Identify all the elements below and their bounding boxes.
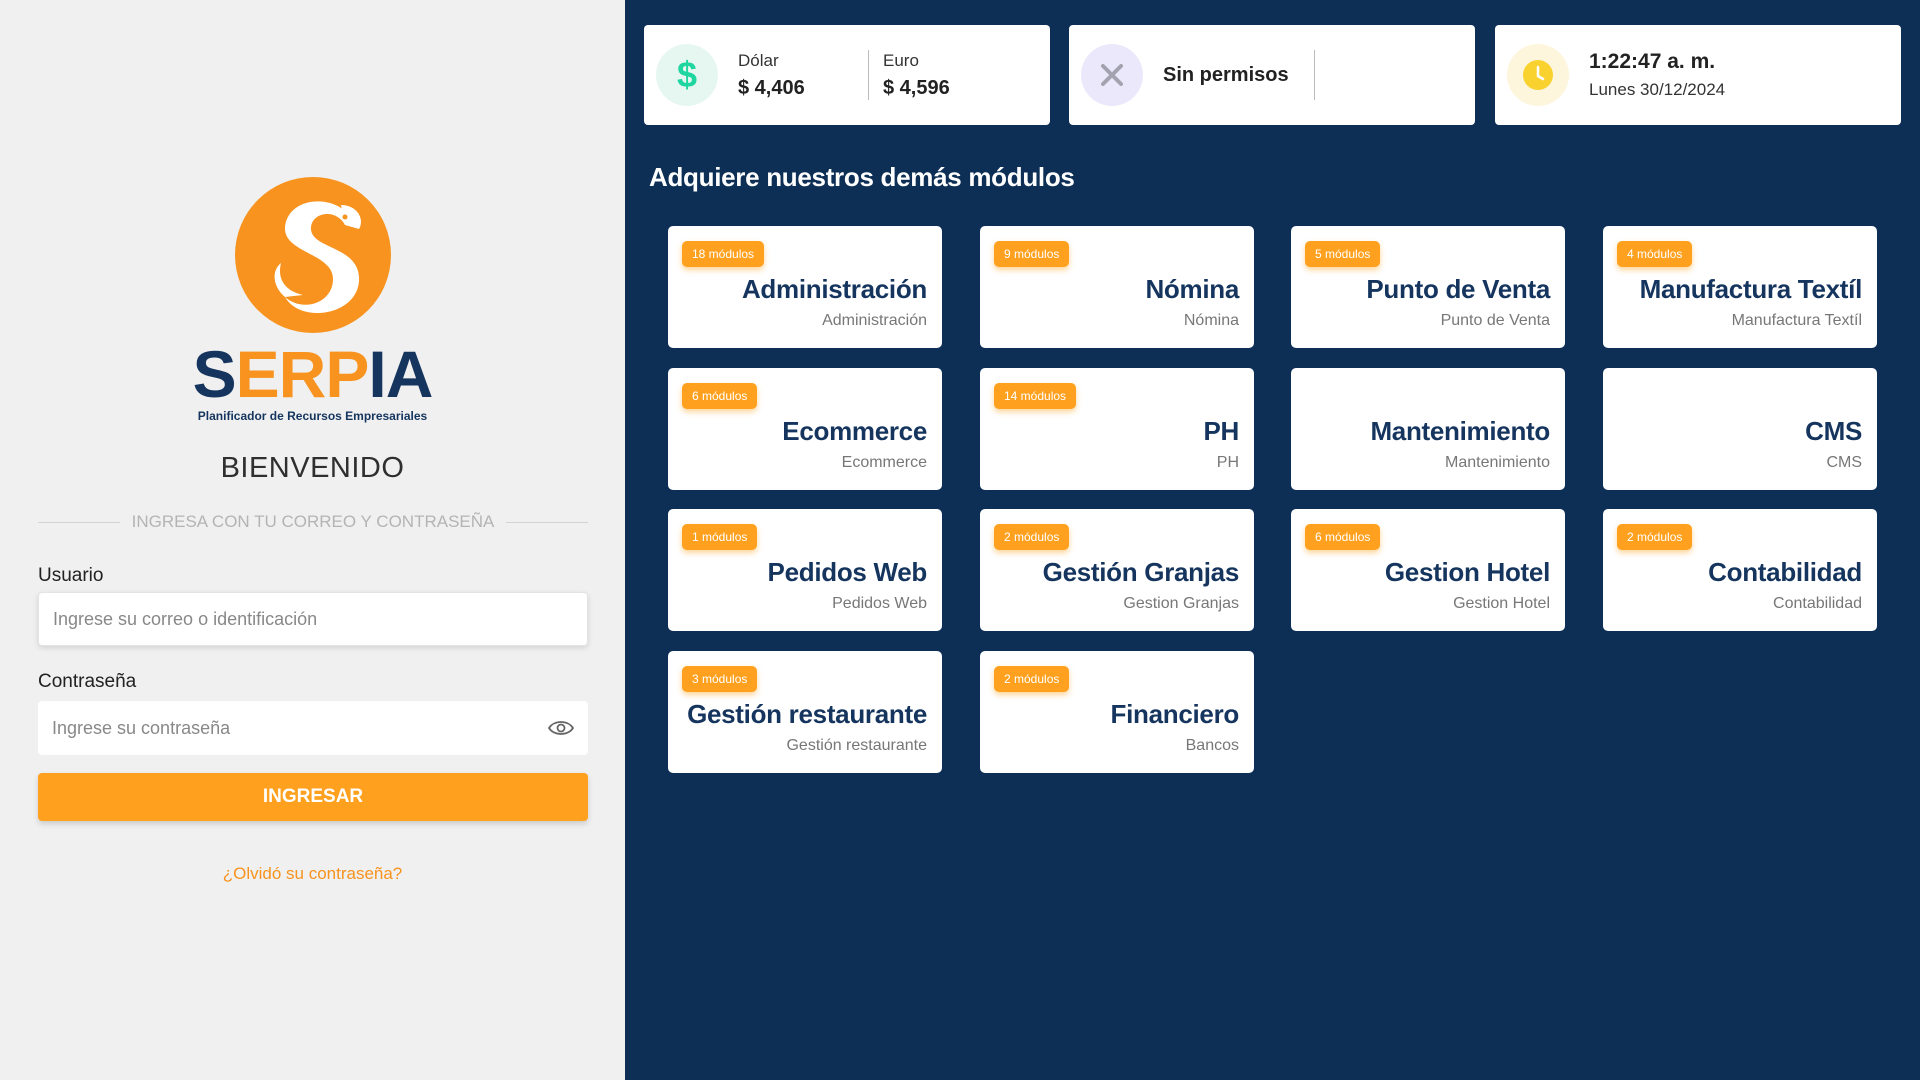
module-count-badge: 2 módulos — [994, 524, 1070, 550]
module-card[interactable]: 1 módulos Pedidos Web Pedidos Web — [668, 509, 942, 631]
euro-rate: Euro $ 4,596 — [883, 51, 950, 100]
module-card[interactable]: 14 módulos PH PH — [980, 368, 1254, 490]
login-subtitle: INGRESA CON TU CORREO Y CONTRASEÑA — [38, 512, 588, 532]
module-card[interactable]: 2 módulos Financiero Bancos — [980, 651, 1254, 773]
module-subtitle: Gestión restaurante — [786, 737, 927, 754]
clock-display: 1:22:47 a. m. Lunes 30/12/2024 — [1589, 50, 1725, 100]
module-subtitle: Manufactura Textíl — [1731, 312, 1862, 329]
module-card[interactable]: 5 módulos Punto de Venta Punto de Venta — [1291, 226, 1565, 348]
modules-title: Adquiere nuestros demás módulos — [649, 162, 1075, 192]
divider — [868, 50, 869, 100]
module-subtitle: Punto de Venta — [1440, 312, 1550, 329]
module-name: Contabilidad — [1708, 557, 1862, 587]
module-count-badge: 5 módulos — [1305, 241, 1381, 267]
module-subtitle: Nómina — [1183, 312, 1239, 329]
module-subtitle: Pedidos Web — [832, 595, 927, 612]
brand-letter-s: S — [192, 337, 237, 411]
module-subtitle: Bancos — [1185, 737, 1239, 754]
password-field[interactable] — [38, 701, 588, 755]
dollar-value: $ 4,406 — [738, 76, 805, 99]
module-count-badge: 14 módulos — [994, 383, 1077, 409]
dollar-rate: Dólar $ 4,406 — [738, 51, 868, 100]
module-count-badge: 4 módulos — [1617, 241, 1693, 267]
main-panel: $ Dólar $ 4,406 Euro $ 4,596 Sin permiso… — [625, 0, 1920, 1080]
module-count-badge: 2 módulos — [994, 666, 1070, 692]
password-label: Contraseña — [38, 671, 137, 692]
clock-date: Lunes 30/12/2024 — [1589, 80, 1726, 99]
module-card[interactable]: CMS CMS — [1603, 368, 1877, 490]
module-count-badge: 18 módulos — [682, 241, 765, 267]
divider — [1313, 50, 1315, 100]
forgot-password-link[interactable]: ¿Olvidó su contraseña? — [0, 864, 625, 884]
module-card[interactable]: 2 módulos Contabilidad Contabilidad — [1603, 509, 1877, 631]
brand-name: SERPIA — [193, 341, 434, 407]
brand-letters-erp: ERP — [235, 337, 370, 411]
module-name: Administración — [741, 274, 927, 304]
permissions-text: Sin permisos — [1163, 63, 1289, 86]
brand-letters-ia: IA — [368, 337, 433, 411]
welcome-heading: BIENVENIDO — [220, 452, 405, 484]
close-icon-glyph — [1101, 64, 1123, 86]
swan-logo-icon — [234, 177, 391, 333]
module-card[interactable]: 9 módulos Nómina Nómina — [980, 226, 1254, 348]
divider — [506, 521, 588, 523]
module-card[interactable]: 3 módulos Gestión restaurante Gestión rest… — [668, 651, 942, 773]
module-name: Punto de Venta — [1366, 274, 1550, 304]
module-name: Nómina — [1145, 274, 1239, 304]
clock-icon-glyph — [1523, 60, 1553, 90]
module-card[interactable]: Mantenimiento Mantenimiento — [1291, 368, 1565, 490]
module-card[interactable]: 2 módulos Gestión Granjas Gestion Granjas — [980, 509, 1254, 631]
module-subtitle: Ecommerce — [841, 454, 927, 471]
module-card[interactable]: 6 módulos Ecommerce Ecommerce — [668, 368, 942, 490]
module-subtitle: Administración — [822, 312, 927, 329]
euro-value: $ 4,596 — [883, 76, 950, 99]
module-count-badge: 6 módulos — [682, 383, 758, 409]
login-button[interactable]: INGRESAR — [38, 773, 588, 821]
module-subtitle: Gestion Granjas — [1123, 595, 1239, 612]
dollar-icon: $ — [656, 44, 718, 106]
brand-tagline: Planificador de Recursos Empresariales — [197, 409, 428, 423]
currency-card: $ Dólar $ 4,406 Euro $ 4,596 — [644, 25, 1050, 125]
module-card[interactable]: 6 módulos Gestion Hotel Gestion Hotel — [1291, 509, 1565, 631]
login-subtitle-text: INGRESA CON TU CORREO Y CONTRASEÑA — [131, 512, 495, 531]
module-name: Pedidos Web — [767, 557, 928, 587]
permissions-card: Sin permisos — [1069, 25, 1475, 125]
module-name: Mantenimiento — [1370, 416, 1550, 446]
module-subtitle: Mantenimiento — [1445, 454, 1550, 471]
module-name: Financiero — [1110, 699, 1240, 729]
logo: SERPIA Planificador de Recursos Empresar… — [0, 175, 625, 423]
user-label: Usuario — [38, 565, 104, 586]
dollar-label: Dólar — [738, 50, 779, 70]
module-name: Manufactura Textíl — [1639, 274, 1863, 304]
module-name: PH — [1203, 416, 1239, 446]
password-input[interactable] — [52, 717, 548, 739]
clock-card: 1:22:47 a. m. Lunes 30/12/2024 — [1495, 25, 1901, 125]
module-name: Gestión Granjas — [1042, 557, 1240, 587]
module-name: Gestión restaurante — [687, 699, 927, 729]
module-name: CMS — [1805, 416, 1862, 446]
module-card[interactable]: 4 módulos Manufactura Textíl Manufactura T… — [1603, 226, 1877, 348]
module-subtitle: CMS — [1826, 454, 1862, 471]
user-input[interactable] — [53, 608, 573, 630]
login-panel: SERPIA Planificador de Recursos Empresar… — [0, 0, 625, 1080]
close-icon — [1081, 44, 1143, 106]
euro-label: Euro — [883, 50, 919, 70]
module-subtitle: PH — [1216, 454, 1239, 471]
module-count-badge: 1 módulos — [682, 524, 758, 550]
module-subtitle: Contabilidad — [1773, 595, 1862, 612]
divider — [38, 521, 120, 523]
module-card[interactable]: 18 módulos Administración Administración — [668, 226, 942, 348]
module-name: Gestion Hotel — [1384, 557, 1550, 587]
module-subtitle: Gestion Hotel — [1453, 595, 1550, 612]
module-count-badge: 9 módulos — [994, 241, 1070, 267]
clock-icon — [1507, 44, 1569, 106]
clock-time: 1:22:47 a. m. — [1589, 50, 1716, 73]
module-count-badge: 6 módulos — [1305, 524, 1381, 550]
eye-icon[interactable] — [548, 719, 574, 737]
module-count-badge: 2 módulos — [1617, 524, 1693, 550]
user-field[interactable] — [38, 592, 588, 646]
module-name: Ecommerce — [782, 416, 927, 446]
module-count-badge: 3 módulos — [682, 666, 758, 692]
